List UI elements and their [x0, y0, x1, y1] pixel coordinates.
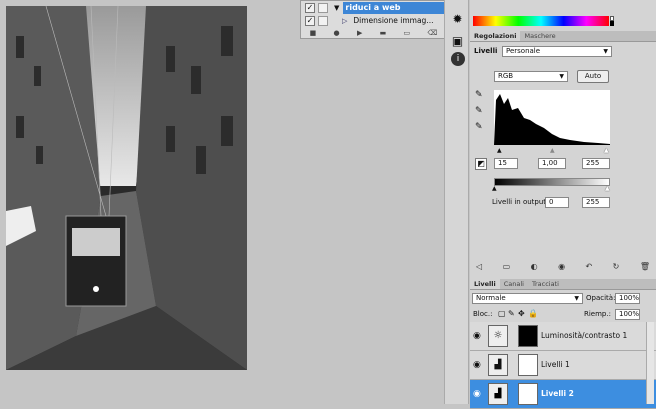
chevron-down-icon: ▼ — [574, 295, 579, 302]
document-canvas[interactable] — [6, 6, 247, 370]
street-photo — [6, 6, 247, 370]
histogram — [494, 90, 610, 145]
back-icon[interactable]: ◁ — [476, 262, 482, 274]
record-icon[interactable]: ● — [334, 29, 340, 37]
chevron-down-icon: ▼ — [603, 48, 608, 55]
tab-regolazioni[interactable]: Regolazioni — [470, 31, 521, 41]
burst-icon[interactable]: ✹ — [449, 10, 466, 27]
blend-mode-select[interactable]: Normale ▼ — [472, 293, 583, 304]
collapse-triangle-icon[interactable]: ▷ — [342, 17, 347, 25]
clip-warning-icon[interactable]: ◩ — [475, 158, 487, 170]
levels-icon: ▟ — [488, 354, 508, 376]
layers-scrollbar[interactable] — [646, 322, 654, 404]
fill-field[interactable]: 100% — [615, 309, 640, 320]
histogram-graph — [494, 94, 610, 145]
layer-row-livelli-2[interactable]: ◉ ▟ Livelli 2 — [470, 380, 656, 409]
checkbox-icon[interactable]: ✓ — [305, 15, 315, 26]
layer-mask-thumb[interactable] — [518, 325, 538, 347]
reset-icon[interactable]: ↻ — [613, 262, 620, 274]
output-black-field[interactable]: 0 — [545, 197, 569, 208]
channel-value: RGB — [498, 72, 514, 80]
expand-icon[interactable]: ▭ — [503, 262, 511, 274]
play-icon[interactable]: ▶ — [357, 29, 362, 37]
layer-name: Livelli 1 — [541, 360, 570, 369]
image-icon[interactable]: ▣ — [449, 32, 466, 49]
input-gamma-field[interactable]: 1,00 — [538, 158, 566, 169]
output-label: Livelli in output: — [492, 198, 549, 206]
output-white-field[interactable]: 255 — [582, 197, 610, 208]
dialog-toggle[interactable] — [318, 2, 328, 13]
previous-state-icon[interactable]: ↶ — [586, 262, 593, 274]
action-row[interactable]: ✓ ▷ Dimensione immag... — [301, 14, 446, 27]
eye-icon[interactable]: ◉ — [473, 360, 481, 370]
lock-paint-icon[interactable]: ✎ — [508, 309, 515, 318]
layer-row-luminosita[interactable]: ◉ ☼ Luminosità/contrasto 1 — [470, 322, 656, 351]
layer-mask-thumb[interactable] — [518, 354, 538, 376]
white-point-slider[interactable]: ▲ — [604, 147, 609, 154]
tab-livelli[interactable]: Livelli — [470, 279, 500, 289]
channel-select[interactable]: RGB ▼ — [494, 71, 568, 82]
black-point-slider[interactable]: ▲ — [497, 147, 502, 154]
color-ramp[interactable] — [473, 16, 609, 26]
layer-mask-thumb[interactable] — [518, 383, 538, 405]
blend-mode-value: Normale — [476, 294, 506, 302]
action-label: Dimensione immag... — [353, 16, 434, 25]
lock-label: Bloc.: — [473, 310, 493, 318]
tab-canali[interactable]: Canali — [500, 279, 528, 289]
white-eyedropper-icon[interactable]: ✎ — [475, 122, 483, 132]
info-icon[interactable]: i — [451, 52, 465, 66]
action-row[interactable]: ✓ ▼ riduci a web — [301, 1, 446, 14]
adjust-title: Livelli — [474, 47, 498, 55]
delete-icon[interactable]: ⌫ — [427, 29, 437, 37]
actions-toolbar: ■ ● ▶ ▬ ▭ ⌫ — [301, 27, 446, 39]
eye-icon[interactable]: ◉ — [473, 389, 481, 399]
new-action-icon[interactable]: ▭ — [404, 29, 411, 37]
layer-row-livelli-1[interactable]: ◉ ▟ Livelli 1 — [470, 351, 656, 380]
chevron-down-icon: ▼ — [559, 73, 564, 80]
lock-move-icon[interactable]: ✥ — [518, 309, 525, 318]
tab-maschere[interactable]: Maschere — [520, 31, 559, 41]
opacity-field[interactable]: 100% — [615, 293, 640, 304]
panel-dock: ✹ ▣ i — [444, 0, 469, 404]
right-panels: Regolazioni Maschere Livelli Personale ▼ … — [470, 0, 656, 409]
preset-value: Personale — [506, 47, 541, 55]
fill-label: Riemp.: — [584, 310, 611, 318]
input-sliders[interactable]: ▲ ▲ ▲ — [494, 147, 610, 154]
new-set-icon[interactable]: ▬ — [380, 29, 387, 37]
checkbox-icon[interactable]: ✓ — [305, 2, 315, 13]
adjust-footer: ◁ ▭ ◐ ◉ ↶ ↻ 🗑 — [470, 262, 656, 274]
eye-icon[interactable]: ◉ — [473, 331, 481, 341]
dialog-toggle[interactable] — [318, 15, 328, 26]
trash-icon[interactable]: 🗑 — [640, 262, 650, 274]
lock-transparent-icon[interactable]: ▢ — [498, 309, 506, 318]
levels-icon: ▟ — [488, 383, 508, 405]
stop-icon[interactable]: ■ — [310, 29, 317, 37]
opacity-label: Opacità: — [586, 294, 616, 302]
input-white-field[interactable]: 255 — [582, 158, 610, 169]
eye-icon[interactable]: ◉ — [558, 262, 565, 274]
output-black-slider[interactable]: ▲ — [492, 185, 497, 192]
output-gradient — [494, 178, 610, 186]
black-eyedropper-icon[interactable]: ✎ — [475, 90, 483, 100]
layers-tabs: Livelli Canali Tracciati — [470, 279, 656, 290]
actions-panel: ✓ ▼ riduci a web ✓ ▷ Dimensione immag...… — [300, 0, 447, 39]
tab-tracciati[interactable]: Tracciati — [528, 279, 563, 289]
gamma-slider[interactable]: ▲ — [550, 147, 555, 154]
gray-eyedropper-icon[interactable]: ✎ — [475, 106, 483, 116]
lock-all-icon[interactable]: 🔒 — [528, 309, 538, 318]
clip-icon[interactable]: ◐ — [531, 262, 538, 274]
expand-triangle-icon[interactable]: ▼ — [334, 4, 339, 12]
adjust-tabs: Regolazioni Maschere — [470, 31, 656, 42]
action-label: riduci a web — [343, 1, 446, 14]
output-white-slider[interactable]: ▲ — [605, 185, 610, 192]
preset-select[interactable]: Personale ▼ — [502, 46, 612, 57]
auto-button[interactable]: Auto — [577, 70, 609, 83]
black-swatch[interactable] — [610, 21, 614, 26]
layer-name: Luminosità/contrasto 1 — [541, 331, 628, 340]
layer-name: Livelli 2 — [541, 389, 574, 398]
brightness-icon: ☼ — [488, 325, 508, 347]
input-black-field[interactable]: 15 — [494, 158, 518, 169]
